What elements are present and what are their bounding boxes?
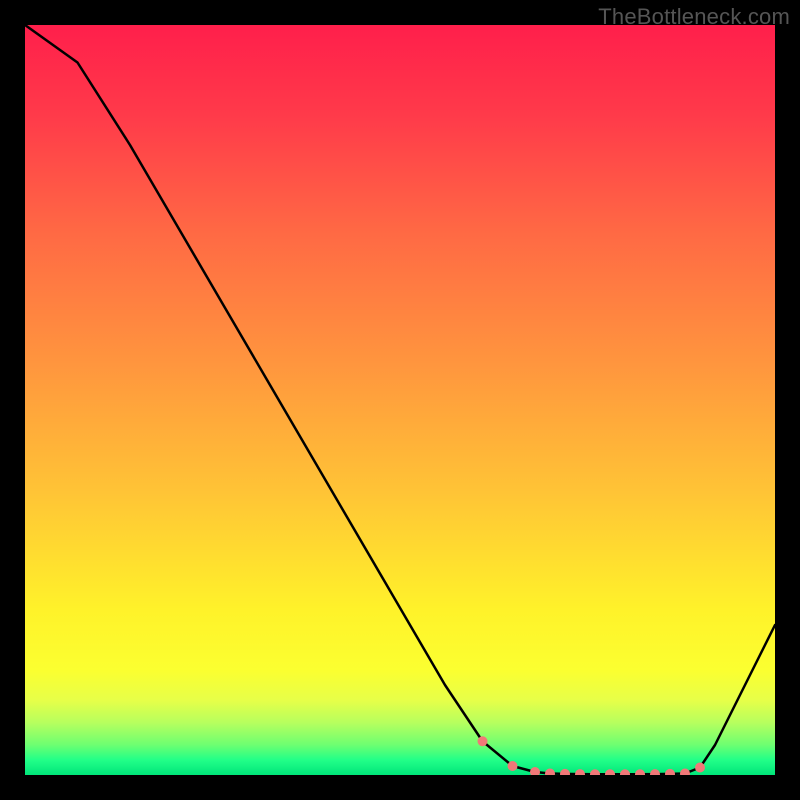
data-marker (478, 736, 488, 746)
chart-background (25, 25, 775, 775)
data-marker (695, 763, 705, 773)
chart-frame: TheBottleneck.com (0, 0, 800, 800)
plot-area (25, 25, 775, 775)
chart-svg (25, 25, 775, 775)
watermark-text: TheBottleneck.com (598, 4, 790, 30)
data-marker (508, 761, 518, 771)
